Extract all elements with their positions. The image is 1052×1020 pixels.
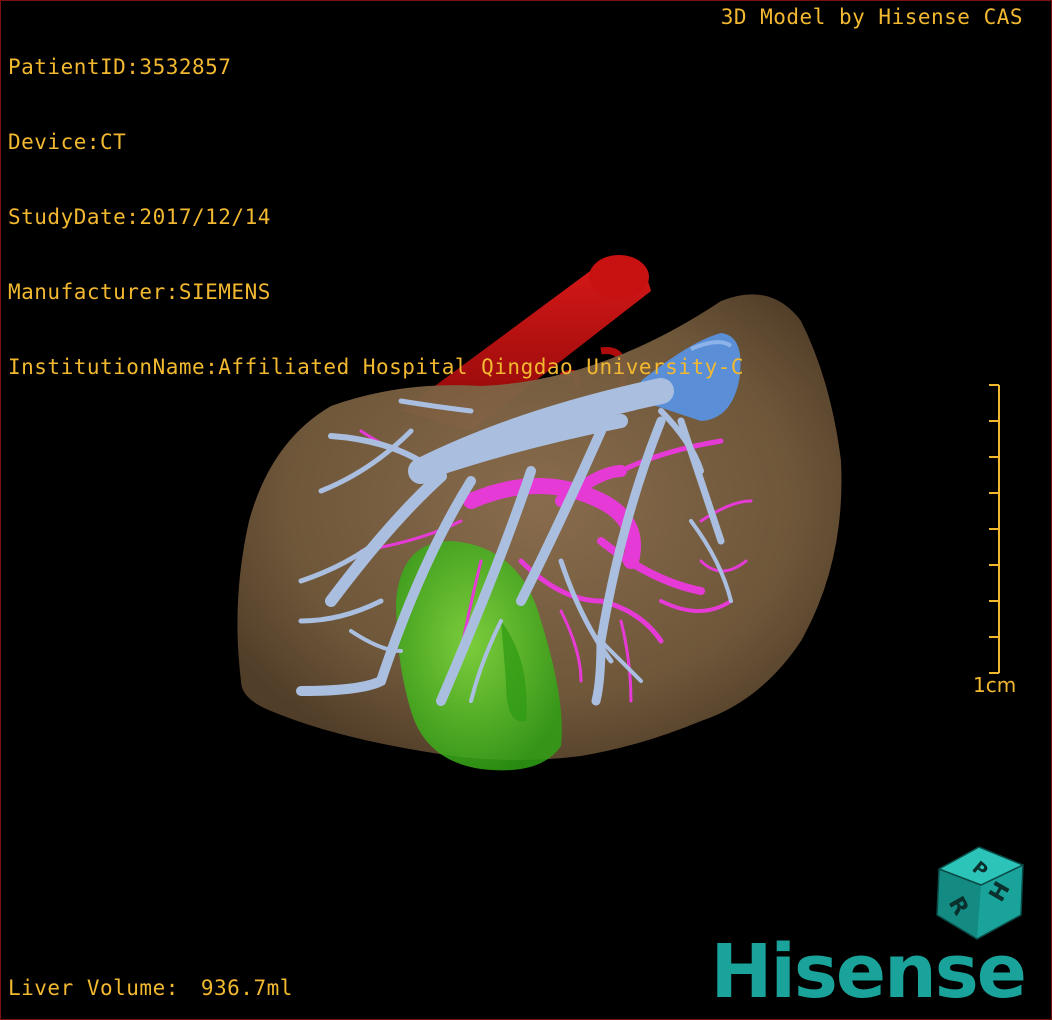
patient-info-overlay: PatientID:3532857 Device:CT StudyDate:20…	[8, 5, 744, 430]
scale-bar	[989, 384, 1000, 674]
institution-name: InstitutionName:Affiliated Hospital Qing…	[8, 355, 745, 379]
study-date: StudyDate:2017/12/14	[8, 205, 271, 229]
3d-viewport[interactable]: PatientID:3532857 Device:CT StudyDate:20…	[0, 0, 1052, 1020]
manufacturer: Manufacturer:SIEMENS	[8, 280, 271, 304]
scale-label: 1cm	[973, 673, 1017, 697]
liver-volume-readout: Liver Volume: 936.7ml	[8, 976, 293, 1001]
device: Device:CT	[8, 130, 127, 154]
hisense-logo: Hisense	[710, 929, 1027, 1015]
liver-volume-value: 936.7ml	[200, 976, 293, 1000]
model-credit: 3D Model by Hisense CAS	[720, 5, 1023, 29]
orientation-cube-icon[interactable]: P H R	[931, 843, 1031, 943]
liver-volume-label: Liver Volume:	[8, 976, 179, 1000]
patient-id: PatientID:3532857	[8, 55, 232, 79]
